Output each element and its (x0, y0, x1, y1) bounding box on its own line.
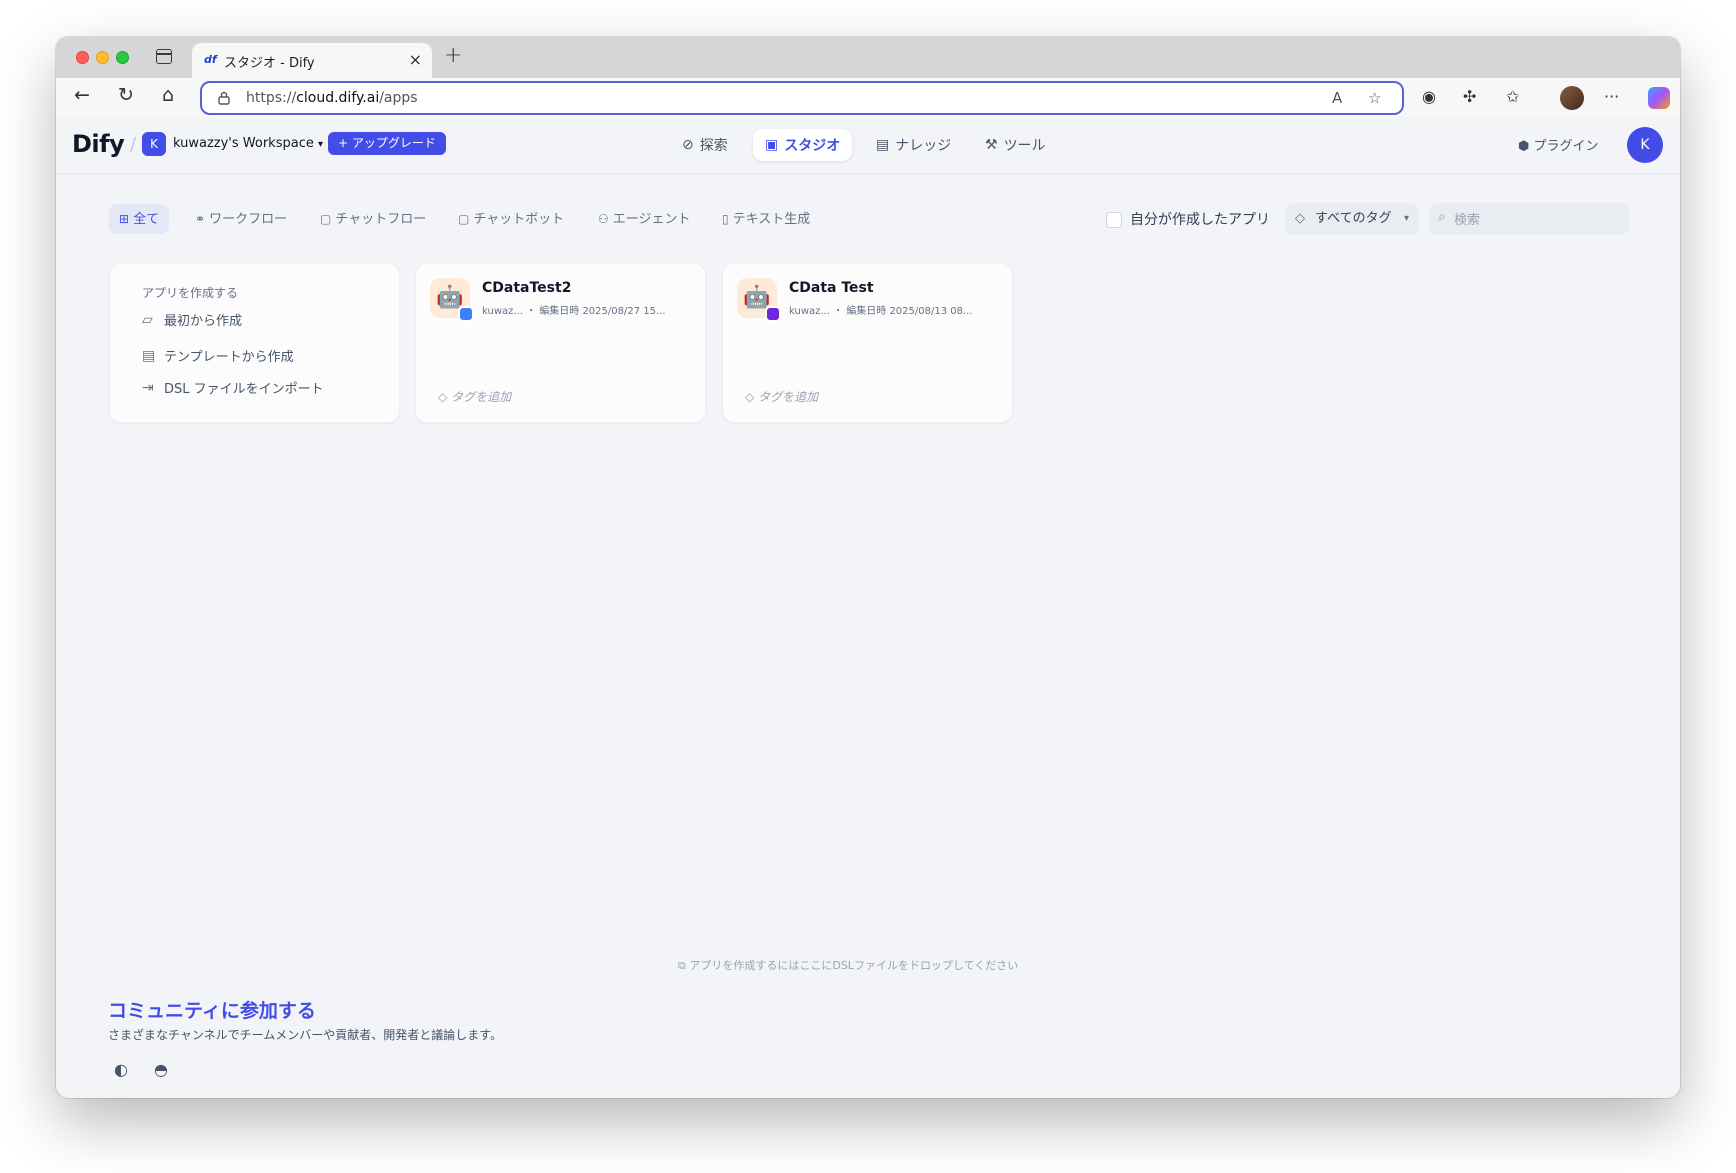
cube-icon: ⬢ (1518, 139, 1530, 154)
github-icon[interactable]: ◐ (114, 1060, 128, 1079)
browser-window: df スタジオ - Dify × + ← ↻ ⌂ https://cloud.d… (56, 37, 1680, 1098)
minimize-window-button[interactable] (96, 51, 109, 64)
nav-studio[interactable]: ▣ スタジオ (753, 129, 853, 161)
close-window-button[interactable] (76, 51, 89, 64)
create-blank-button[interactable]: ▱ 最初から作成 (142, 310, 242, 330)
home-icon[interactable]: ⌂ (156, 84, 180, 106)
reload-icon[interactable]: ↻ (114, 84, 138, 106)
app-name: CData Test (789, 280, 874, 296)
nav-knowledge[interactable]: ▤ ナレッジ (864, 129, 963, 161)
nav-explore-label: 探索 (699, 138, 728, 154)
workspace-selector[interactable]: kuwazzy's Workspace ▾ (173, 136, 323, 151)
tag-filter-select[interactable]: ◇ すべてのタグ ▾ (1285, 203, 1419, 235)
file-drop-icon: ⧉ (678, 959, 686, 972)
tab-close-icon[interactable]: × (409, 50, 422, 69)
tag-filter-label: すべてのタグ (1315, 211, 1392, 226)
app-card[interactable]: 🤖 CDataTest2 kuwaz... ・ 編集日時 2025/08/27 … (415, 263, 706, 423)
filter-tab-agent[interactable]: ⚇ エージェント (588, 204, 701, 234)
mine-checkbox[interactable] (1106, 212, 1122, 228)
chevron-down-icon: ▾ (317, 139, 324, 150)
browser-toolbar: ← ↻ ⌂ https://cloud.dify.ai/apps A ☆ ◉ ✣… (56, 78, 1680, 118)
tab-title: スタジオ - Dify (224, 56, 315, 71)
filter-tab-chatflow[interactable]: ▢ チャットフロー (310, 204, 436, 234)
app-header: Dify / K kuwazzy's Workspace ▾ + アップグレード… (56, 118, 1680, 174)
add-tag-button[interactable]: ◇ タグを追加 (745, 388, 818, 405)
sidebar-toggle-icon[interactable] (156, 49, 172, 64)
add-tag-button[interactable]: ◇ タグを追加 (438, 388, 511, 405)
copilot-icon[interactable] (1648, 87, 1670, 109)
import-icon: ⇥ (142, 379, 154, 396)
mine-label[interactable]: 自分が作成したアプリ (1130, 209, 1270, 229)
divider: / (130, 134, 137, 155)
filter-tab-text-generation[interactable]: ▯ テキスト生成 (712, 204, 820, 234)
nav-knowledge-label: ナレッジ (895, 138, 952, 154)
favorites-icon[interactable]: ✩ (1506, 87, 1519, 106)
robot-icon: ▣ (765, 137, 779, 153)
tag-icon: ◇ (1295, 211, 1305, 226)
import-dsl-button[interactable]: ⇥ DSL ファイルをインポート (142, 378, 324, 398)
create-app-card: アプリを作成する ▱ 最初から作成 ▤ テンプレートから作成 ⇥ DSL ファイルをイ… (109, 263, 400, 423)
profile-avatar[interactable] (1560, 86, 1584, 110)
new-file-icon: ▱ (142, 311, 153, 328)
app-card[interactable]: 🤖 CData Test kuwaz... ・ 編集日時 2025/08/13 … (722, 263, 1013, 423)
discord-icon[interactable]: ◓ (154, 1060, 168, 1079)
app-meta: kuwaz... ・ 編集日時 2025/08/27 15... (482, 306, 666, 317)
hammer-icon: ⚒ (985, 137, 998, 153)
title-bar: df スタジオ - Dify × + (56, 37, 1680, 78)
chevron-down-icon: ▾ (1403, 213, 1409, 224)
create-app-title: アプリを作成する (142, 286, 239, 300)
upgrade-button[interactable]: + アップグレード (328, 132, 446, 155)
favorite-star-icon[interactable]: ☆ (1368, 89, 1381, 107)
more-menu-icon[interactable]: ··· (1604, 87, 1619, 106)
app-meta: kuwaz... ・ 編集日時 2025/08/13 08... (789, 306, 973, 317)
tag-icon: ◇ (745, 390, 755, 404)
password-manager-icon[interactable]: ◉ (1422, 87, 1436, 106)
workspace-avatar[interactable]: K (142, 132, 166, 156)
filter-tab-all[interactable]: ⊞ 全て (109, 204, 170, 234)
extensions-icon[interactable]: ✣ (1463, 87, 1476, 106)
text-icon: ▯ (722, 212, 729, 226)
workflow-icon: ⚭ (195, 212, 206, 226)
new-tab-button[interactable]: + (444, 43, 462, 68)
chat-bubble-icon: ▢ (320, 212, 332, 226)
create-from-template-button[interactable]: ▤ テンプレートから作成 (142, 346, 294, 366)
plugin-button[interactable]: ⬢ プラグイン (1518, 135, 1599, 154)
url-text[interactable]: https://cloud.dify.ai/apps (246, 90, 418, 106)
filter-tab-chatbot[interactable]: ▢ チャットボット (448, 204, 574, 234)
tag-icon: ◇ (438, 390, 448, 404)
favicon-icon: df (204, 53, 217, 66)
dsl-drop-hint: ⧉ アプリを作成するにはここにDSLファイルをドロップしてください (678, 959, 1019, 972)
compass-icon: ⊘ (682, 137, 694, 153)
nav-explore[interactable]: ⊘ 探索 (670, 129, 740, 161)
nav-tools[interactable]: ⚒ ツール (973, 129, 1058, 161)
read-aloud-icon[interactable]: A (1332, 89, 1342, 107)
grid-icon: ⊞ (119, 212, 130, 226)
address-bar[interactable]: https://cloud.dify.ai/apps A ☆ (200, 81, 1404, 115)
browser-tab[interactable]: df スタジオ - Dify × (192, 43, 432, 78)
app-name: CDataTest2 (482, 280, 572, 296)
search-input[interactable] (1454, 205, 1624, 233)
community-title[interactable]: コミュニティに参加する (108, 996, 316, 1023)
back-icon[interactable]: ← (70, 84, 94, 106)
app-type-badge-icon (458, 306, 474, 322)
app-type-badge-icon (765, 306, 781, 322)
community-description: さまざまなチャンネルでチームメンバーや貢献者、開発者と議論します。 (108, 1028, 503, 1042)
search-icon: ⌕ (1438, 209, 1446, 225)
chatbot-icon: ▢ (458, 212, 470, 226)
filter-tab-workflow[interactable]: ⚭ ワークフロー (185, 204, 297, 234)
maximize-window-button[interactable] (116, 51, 129, 64)
lock-icon (218, 91, 230, 105)
agent-icon: ⚇ (598, 212, 609, 226)
book-icon: ▤ (876, 137, 890, 153)
nav-studio-label: スタジオ (784, 138, 841, 154)
template-icon: ▤ (142, 347, 156, 364)
dify-logo[interactable]: Dify (72, 130, 125, 158)
nav-tools-label: ツール (1003, 138, 1046, 154)
user-avatar[interactable]: K (1627, 127, 1663, 163)
